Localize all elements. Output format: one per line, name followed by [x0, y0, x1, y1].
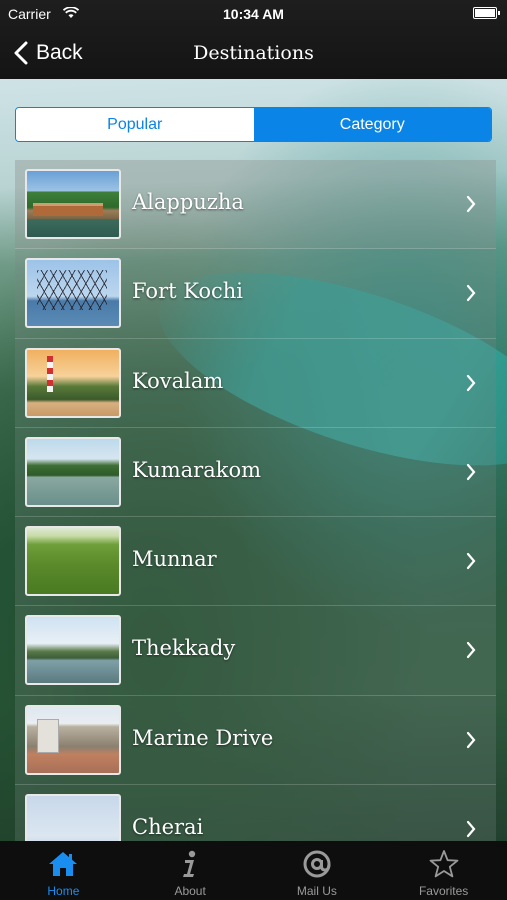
list-item[interactable]: Cherai: [15, 785, 496, 841]
list-item[interactable]: Fort Kochi: [15, 249, 496, 339]
destination-name: Kovalam: [132, 368, 224, 393]
list-item[interactable]: Kumarakom: [15, 427, 496, 518]
clock: 10:34 AM: [223, 6, 284, 22]
page-title: Destinations: [193, 42, 314, 64]
tab-about[interactable]: About: [127, 841, 254, 900]
chevron-right-icon: [466, 374, 476, 391]
chevron-right-icon: [466, 463, 476, 480]
battery-icon: [473, 7, 500, 19]
star-icon: [429, 850, 459, 878]
tab-home[interactable]: Home: [0, 841, 127, 900]
chevron-right-icon: [466, 285, 476, 302]
chevron-right-icon: [466, 731, 476, 748]
list-item[interactable]: Kovalam: [15, 338, 496, 428]
destination-thumbnail: [25, 347, 121, 418]
tab-label: Favorites: [418, 884, 469, 898]
destination-name: Kumarakom: [132, 457, 262, 482]
destination-thumbnail: [25, 169, 121, 239]
info-icon: [183, 850, 196, 877]
destination-name: Thekkady: [132, 636, 236, 661]
chevron-right-icon: [466, 820, 476, 838]
destination-thumbnail: [25, 258, 121, 329]
destinations-content: Popular Category Alappuzha Fort Kochi Ko…: [0, 79, 507, 841]
tab-mail-us[interactable]: Mail Us: [254, 841, 381, 900]
navigation-bar: Carrier 10:34 AM Back Destinations: [0, 0, 507, 79]
list-item[interactable]: Marine Drive: [15, 695, 496, 786]
segment-category[interactable]: Category: [253, 108, 491, 141]
destination-name: Alappuzha: [132, 190, 244, 214]
destination-name: Marine Drive: [132, 725, 274, 750]
segmented-control: Popular Category: [15, 107, 492, 142]
segment-popular[interactable]: Popular: [16, 108, 254, 141]
destination-name: Fort Kochi: [132, 279, 243, 304]
tab-favorites[interactable]: Favorites: [380, 841, 507, 900]
destination-thumbnail: [25, 436, 121, 507]
tab-bar: Home About Mail Us Favorites: [0, 841, 507, 900]
destination-thumbnail: [25, 615, 121, 686]
tab-label: Mail Us: [296, 884, 337, 898]
list-item[interactable]: Thekkady: [15, 606, 496, 696]
destination-thumbnail: [25, 526, 121, 597]
destination-thumbnail: [25, 704, 121, 775]
chevron-right-icon: [466, 195, 476, 213]
status-bar: Carrier 10:34 AM: [0, 0, 507, 28]
chevron-right-icon: [466, 553, 476, 570]
list-item[interactable]: Munnar: [15, 517, 496, 607]
destination-name: Munnar: [132, 547, 217, 572]
list-item[interactable]: Alappuzha: [15, 160, 496, 250]
destination-thumbnail: [25, 794, 121, 841]
destination-name: Cherai: [132, 815, 204, 840]
home-icon: [49, 852, 78, 876]
tab-label: About: [174, 884, 206, 898]
tab-label: Home: [47, 884, 80, 898]
at-mail-icon: [303, 850, 331, 878]
chevron-right-icon: [466, 642, 476, 659]
destination-list: Alappuzha Fort Kochi Kovalam Kumarakom M…: [15, 160, 496, 841]
